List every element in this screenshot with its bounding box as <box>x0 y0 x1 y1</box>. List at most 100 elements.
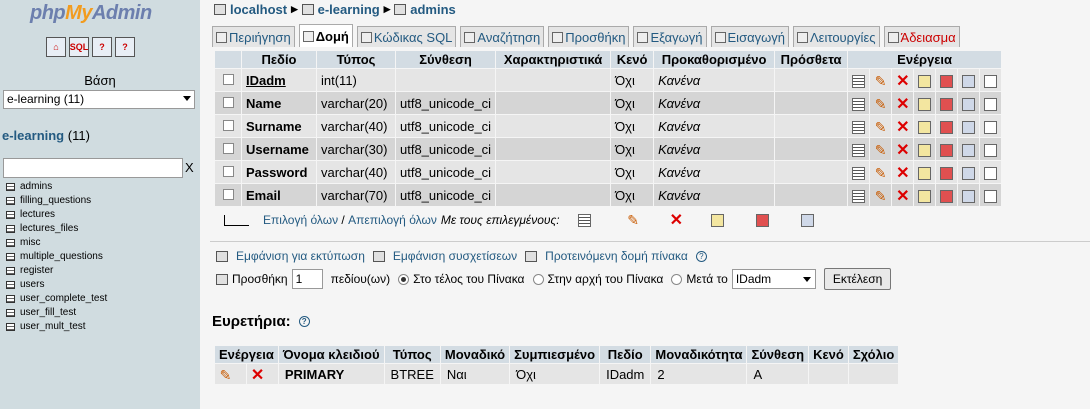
browse-distinct-icon[interactable] <box>852 166 866 180</box>
table-list-item[interactable]: user_complete_test <box>6 292 107 306</box>
fulltext-icon[interactable] <box>984 74 998 88</box>
table-filter-input[interactable] <box>3 158 183 178</box>
edit-pencil-icon[interactable]: ✎ <box>874 189 887 203</box>
sql-query-icon[interactable]: SQL <box>69 37 89 57</box>
help-icon[interactable]: ? <box>298 316 310 327</box>
fulltext-icon[interactable] <box>984 120 998 134</box>
row-checkbox[interactable] <box>222 119 234 131</box>
drop-index-icon[interactable]: ✕ <box>251 367 264 383</box>
breadcrumb-database[interactable]: e-learning <box>318 2 380 17</box>
table-list-item[interactable]: admins <box>6 180 107 194</box>
tab-sql[interactable]: Κώδικας SQL <box>356 26 457 47</box>
primary-key-icon[interactable] <box>918 189 932 203</box>
tab-browse[interactable]: Περιήγηση <box>212 26 295 47</box>
after-field-select[interactable]: IDadm <box>731 269 816 289</box>
column-header-default[interactable]: Προκαθορισμένο <box>654 51 775 68</box>
unique-icon[interactable] <box>940 74 954 88</box>
primary-key-icon[interactable] <box>918 120 932 134</box>
primary-selected-icon[interactable] <box>710 213 724 227</box>
index-icon[interactable] <box>962 97 976 111</box>
edit-pencil-icon[interactable]: ✎ <box>874 97 887 111</box>
radio-at-start[interactable] <box>532 273 544 285</box>
browse-distinct-icon[interactable] <box>852 97 866 111</box>
column-header-null[interactable]: Κενό <box>611 51 654 68</box>
tab-export[interactable]: Εξαγωγή <box>633 26 707 47</box>
fulltext-icon[interactable] <box>984 189 998 203</box>
table-list-item[interactable]: filling_questions <box>6 194 107 208</box>
column-header-extra[interactable]: Πρόσθετα <box>775 51 848 68</box>
drop-selected-icon[interactable]: ✕ <box>670 212 683 228</box>
unique-icon[interactable] <box>940 120 954 134</box>
unique-icon[interactable] <box>940 166 954 180</box>
edit-selected-icon[interactable]: ✎ <box>627 213 640 227</box>
uncheck-all-link[interactable]: Απεπιλογή όλων <box>348 213 437 227</box>
unique-icon[interactable] <box>940 143 954 157</box>
tab-empty[interactable]: Άδειασμα <box>883 26 960 47</box>
phpmyadmin-logo[interactable]: phpMyAdmin <box>30 2 152 25</box>
go-button[interactable]: Εκτέλεση <box>823 268 892 290</box>
unique-icon[interactable] <box>940 189 954 203</box>
drop-x-icon[interactable]: ✕ <box>896 188 909 204</box>
edit-pencil-icon[interactable]: ✎ <box>874 143 887 157</box>
database-link[interactable]: e-learning <box>2 128 64 143</box>
row-checkbox[interactable] <box>222 165 234 177</box>
browse-distinct-icon[interactable] <box>852 189 866 203</box>
row-checkbox[interactable] <box>222 96 234 108</box>
drop-x-icon[interactable]: ✕ <box>896 96 909 112</box>
column-header-attributes[interactable]: Χαρακτηριστικά <box>496 51 611 68</box>
primary-key-icon[interactable] <box>918 166 932 180</box>
docs-icon-2[interactable]: ? <box>115 37 135 57</box>
help-icon[interactable]: ? <box>695 250 707 262</box>
print-view-link[interactable]: Εμφάνιση για εκτύπωση <box>236 249 365 263</box>
tab-search[interactable]: Αναζήτηση <box>460 26 545 47</box>
propose-structure-link[interactable]: Προτεινόμενη δομή πίνακα <box>545 249 688 263</box>
drop-x-icon[interactable]: ✕ <box>896 73 909 89</box>
tab-import[interactable]: Εισαγωγή <box>710 26 789 47</box>
index-icon[interactable] <box>962 120 976 134</box>
table-list-item[interactable]: users <box>6 278 107 292</box>
tab-operations[interactable]: Λειτουργίες <box>793 26 880 47</box>
row-checkbox[interactable] <box>222 188 234 200</box>
database-select[interactable]: e-learning (11) <box>3 90 195 109</box>
fulltext-icon[interactable] <box>984 166 998 180</box>
browse-distinct-icon[interactable] <box>852 120 866 134</box>
table-list-item[interactable]: misc <box>6 236 107 250</box>
breadcrumb-table[interactable]: admins <box>410 2 456 17</box>
browse-distinct-icon[interactable] <box>852 74 866 88</box>
docs-icon[interactable]: ? <box>92 37 112 57</box>
field-count-input[interactable]: 1 <box>291 269 323 289</box>
radio-at-end[interactable] <box>398 273 410 285</box>
table-list-item[interactable]: user_mult_test <box>6 320 107 334</box>
unique-selected-icon[interactable] <box>755 213 769 227</box>
table-list-item[interactable]: register <box>6 264 107 278</box>
primary-key-icon[interactable] <box>918 97 932 111</box>
check-all-link[interactable]: Επιλογή όλων <box>263 213 338 227</box>
column-header-type[interactable]: Τύπος <box>317 51 395 68</box>
radio-after[interactable] <box>671 273 683 285</box>
row-checkbox[interactable] <box>222 73 234 85</box>
index-selected-icon[interactable] <box>800 213 814 227</box>
primary-key-icon[interactable] <box>918 143 932 157</box>
table-list-item[interactable]: lectures <box>6 208 107 222</box>
index-icon[interactable] <box>962 143 976 157</box>
table-list-item[interactable]: multiple_questions <box>6 250 107 264</box>
index-icon[interactable] <box>962 166 976 180</box>
breadcrumb-server[interactable]: localhost <box>230 2 287 17</box>
browse-distinct-icon[interactable] <box>852 143 866 157</box>
drop-x-icon[interactable]: ✕ <box>896 165 909 181</box>
fulltext-icon[interactable] <box>984 97 998 111</box>
fulltext-icon[interactable] <box>984 143 998 157</box>
primary-key-icon[interactable] <box>918 74 932 88</box>
edit-pencil-icon[interactable]: ✎ <box>874 120 887 134</box>
table-list-item[interactable]: user_fill_test <box>6 306 107 320</box>
drop-x-icon[interactable]: ✕ <box>896 119 909 135</box>
edit-pencil-icon[interactable]: ✎ <box>874 74 887 88</box>
column-header-field[interactable]: Πεδίο <box>242 51 316 68</box>
home-icon[interactable]: ⌂ <box>46 37 66 57</box>
clear-filter-button[interactable]: X <box>185 160 194 175</box>
unique-icon[interactable] <box>940 97 954 111</box>
index-icon[interactable] <box>962 189 976 203</box>
column-header-collation[interactable]: Σύνθεση <box>396 51 496 68</box>
edit-pencil-icon[interactable]: ✎ <box>874 166 887 180</box>
row-checkbox[interactable] <box>222 142 234 154</box>
